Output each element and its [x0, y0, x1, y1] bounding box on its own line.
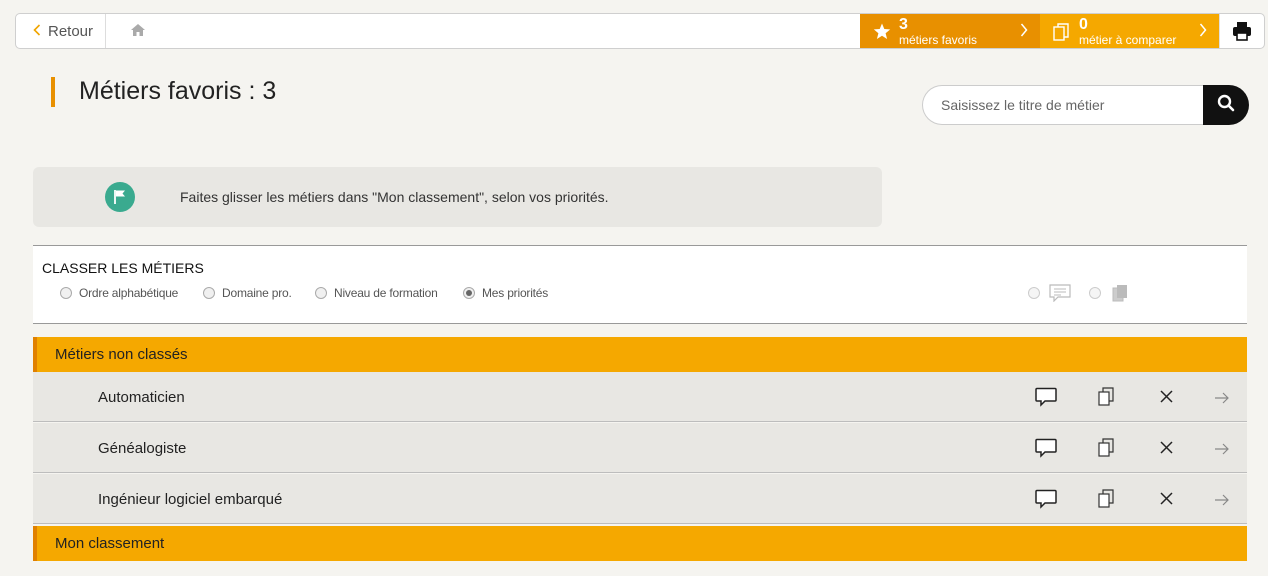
sort-panel: CLASSER LES MÉTIERS Ordre alphabétique D… — [33, 245, 1247, 324]
page-title: Métiers favoris : 3 — [79, 77, 277, 105]
star-icon — [873, 23, 891, 45]
sort-option-training-level[interactable]: Niveau de formation — [315, 286, 438, 300]
home-icon[interactable] — [130, 23, 146, 42]
copy-icon — [1053, 23, 1069, 46]
compare-label: métier à comparer — [1079, 33, 1177, 47]
favorites-count: 3 — [899, 16, 908, 33]
section-title: Métiers non classés — [55, 346, 188, 363]
compare-count: 0 — [1079, 16, 1088, 33]
sort-option-label: Domaine pro. — [222, 286, 292, 300]
compare-icon[interactable] — [1098, 387, 1114, 411]
radio-button-selected[interactable] — [463, 287, 475, 299]
sort-title: CLASSER LES MÉTIERS — [42, 260, 204, 276]
search-icon — [1217, 94, 1235, 117]
job-name: Généalogiste — [98, 440, 187, 457]
radio-button[interactable] — [203, 287, 215, 299]
sort-option-label: Mes priorités — [482, 286, 549, 300]
info-text: Faites glisser les métiers dans "Mon cla… — [180, 189, 609, 205]
flag-icon — [105, 182, 135, 212]
list-item[interactable]: Généalogiste — [33, 423, 1247, 473]
chevron-right-icon — [1020, 23, 1028, 42]
chevron-right-icon — [1199, 23, 1207, 42]
list-item[interactable]: Ingénieur logiciel embarqué — [33, 474, 1247, 524]
arrow-right-icon[interactable] — [1215, 442, 1229, 460]
section-header-unranked: Métiers non classés — [33, 337, 1247, 372]
comment-icon[interactable] — [1035, 489, 1057, 514]
radio-button[interactable] — [60, 287, 72, 299]
compare-icon[interactable] — [1098, 489, 1114, 513]
favorites-label: métiers favoris — [899, 33, 978, 47]
copy-icon — [1112, 284, 1128, 307]
filter-comment-radio[interactable] — [1028, 287, 1040, 299]
radio-button[interactable] — [315, 287, 327, 299]
sort-option-label: Niveau de formation — [334, 286, 438, 300]
info-message-box: Faites glisser les métiers dans "Mon cla… — [33, 167, 882, 227]
list-item[interactable]: Automaticien — [33, 372, 1247, 422]
favorites-button[interactable]: 3 métiers favoris — [860, 14, 1040, 48]
print-icon[interactable] — [1232, 21, 1252, 46]
title-accent-bar — [51, 77, 55, 107]
comment-icon[interactable] — [1035, 387, 1057, 412]
arrow-right-icon[interactable] — [1215, 493, 1229, 511]
comment-list-icon — [1049, 284, 1071, 307]
section-title: Mon classement — [55, 535, 165, 552]
compare-icon[interactable] — [1098, 438, 1114, 462]
job-name: Ingénieur logiciel embarqué — [98, 491, 283, 508]
remove-icon[interactable] — [1160, 390, 1173, 408]
filter-compare-radio[interactable] — [1089, 287, 1101, 299]
job-name: Automaticien — [98, 389, 185, 406]
chevron-left-icon — [33, 23, 41, 39]
arrow-right-icon[interactable] — [1215, 391, 1229, 409]
remove-icon[interactable] — [1160, 492, 1173, 510]
search-input[interactable] — [922, 85, 1203, 125]
sort-option-label: Ordre alphabétique — [79, 286, 179, 300]
compare-button[interactable]: 0 métier à comparer — [1040, 14, 1220, 48]
sort-option-priorities[interactable]: Mes priorités — [463, 286, 548, 300]
search-button[interactable] — [1203, 85, 1249, 125]
section-header-ranking: Mon classement — [33, 526, 1247, 561]
sort-option-alphabetical[interactable]: Ordre alphabétique — [60, 286, 178, 300]
comment-icon[interactable] — [1035, 438, 1057, 463]
back-label: Retour — [48, 22, 94, 40]
top-navigation-bar: Retour 3 métiers favoris 0 métier à comp… — [15, 13, 1265, 49]
sort-option-domain[interactable]: Domaine pro. — [203, 286, 292, 300]
back-button[interactable]: Retour — [16, 14, 106, 48]
remove-icon[interactable] — [1160, 441, 1173, 459]
